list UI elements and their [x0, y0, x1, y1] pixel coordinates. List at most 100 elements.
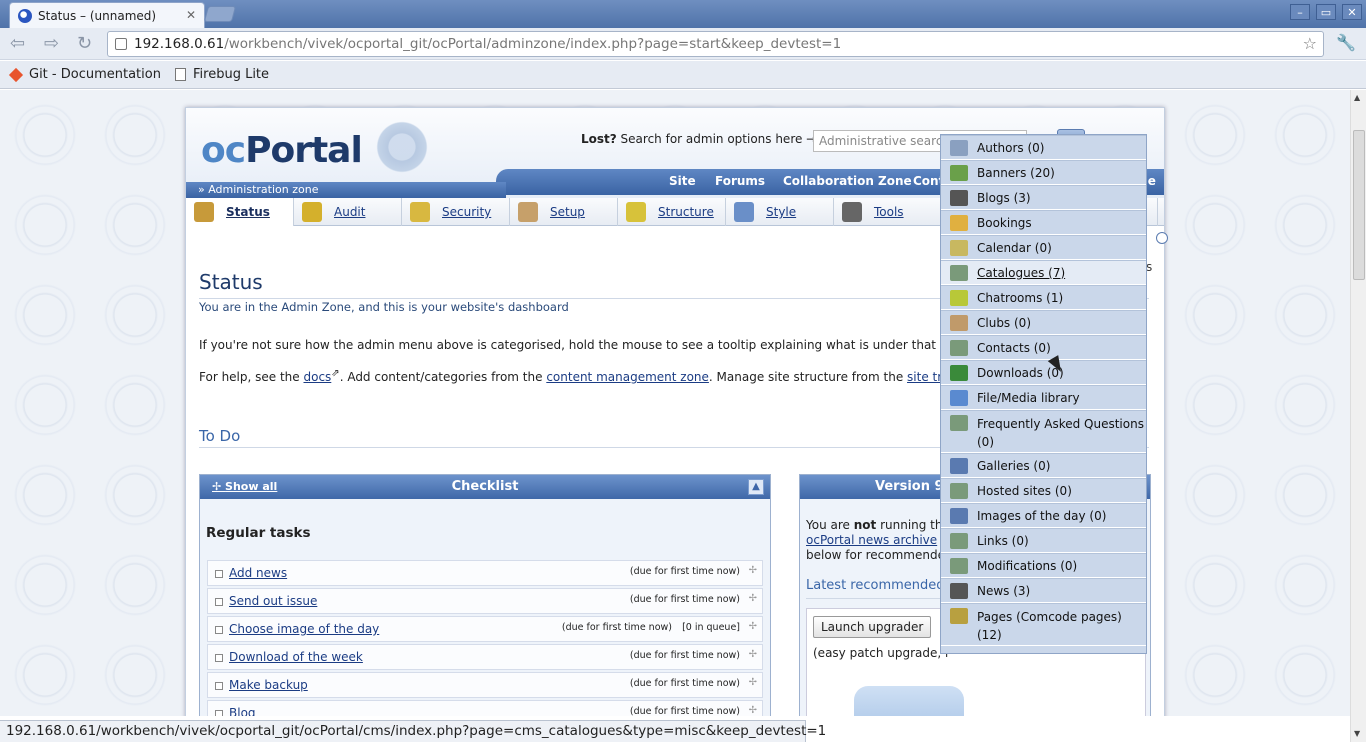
nav-tab-label[interactable]: Style — [766, 205, 796, 219]
nav-tab-setup[interactable]: Setup — [510, 198, 618, 226]
page-scrollbar[interactable]: ▲ ▼ — [1350, 90, 1366, 742]
menu-item-news[interactable]: News (3) — [941, 578, 1146, 603]
home-icon — [194, 202, 214, 222]
version-text-part: running the — [876, 518, 950, 532]
search-placeholder: Administrative search — [819, 134, 951, 148]
nav-tab-tools[interactable]: Tools — [834, 198, 942, 226]
task-link[interactable]: Download of the week — [229, 650, 363, 664]
menu-item-label: News (3) — [977, 583, 1031, 598]
wrench-icon[interactable]: ✢ — [749, 705, 757, 716]
browser-titlebar: Status – (unnamed) ✕ – ▭ ✕ — [0, 0, 1366, 28]
nav-tab-label[interactable]: Tools — [874, 205, 904, 219]
wrench-menu-icon[interactable]: 🔧 — [1336, 33, 1356, 52]
hammer-icon — [842, 202, 862, 222]
browser-tab-active[interactable]: Status – (unnamed) ✕ — [9, 2, 205, 28]
show-all-link[interactable]: ✢ Show all — [212, 480, 277, 493]
nav-tab-label[interactable]: Status — [226, 205, 270, 219]
menu-item-galleries[interactable]: Galleries (0) — [941, 453, 1146, 478]
nav-tab-security[interactable]: Security — [402, 198, 510, 226]
topnav-collaboration-zone[interactable]: Collaboration Zone — [783, 174, 912, 188]
back-arrow-icon[interactable]: ⇦ — [10, 33, 25, 54]
nav-tab-structure[interactable]: Structure — [618, 198, 726, 226]
task-checkbox[interactable] — [215, 626, 223, 634]
launch-upgrader-button[interactable]: Launch upgrader — [813, 616, 932, 638]
menu-item-image-of-day[interactable]: Images of the day (0) — [941, 503, 1146, 528]
menu-item-modifications[interactable]: Modifications (0) — [941, 553, 1146, 578]
latest-recommended-heading: Latest recommended — [806, 578, 945, 593]
menu-item-faq[interactable]: Frequently Asked Questions (0) — [941, 410, 1146, 453]
wrench-icon[interactable]: ✢ — [749, 565, 757, 576]
checklist-task-row: Make backup (due for first time now) ✢ — [207, 672, 763, 698]
minimize-button[interactable]: – — [1290, 4, 1310, 20]
menu-item-label: Banners (20) — [977, 165, 1055, 180]
menu-item-calendar[interactable]: Calendar (0) — [941, 235, 1146, 260]
forward-arrow-icon[interactable]: ⇨ — [44, 33, 59, 54]
menu-item-catalogues[interactable]: Catalogues (7) — [941, 260, 1146, 285]
maximize-button[interactable]: ▭ — [1316, 4, 1336, 20]
wrench-icon[interactable]: ✢ — [749, 677, 757, 688]
menu-item-label: Links (0) — [977, 533, 1029, 548]
nav-tab-label[interactable]: Structure — [658, 205, 714, 219]
nav-tab-audit[interactable]: Audit — [294, 198, 402, 226]
close-window-button[interactable]: ✕ — [1342, 4, 1362, 20]
content-dropdown-menu: Authors (0) Banners (20) Blogs (3) Bookings… — [940, 134, 1147, 654]
scroll-thumb[interactable] — [1353, 130, 1365, 280]
faq-icon — [950, 415, 968, 431]
collapse-up-icon[interactable]: ▲ — [748, 479, 764, 495]
page-info-icon[interactable] — [115, 38, 127, 50]
menu-item-downloads[interactable]: Downloads (0) — [941, 360, 1146, 385]
task-link[interactable]: Choose image of the day — [229, 622, 379, 636]
scroll-down-icon[interactable]: ▼ — [1354, 729, 1360, 738]
task-link[interactable]: Add news — [229, 566, 287, 580]
task-checkbox[interactable] — [215, 682, 223, 690]
scroll-up-icon[interactable]: ▲ — [1354, 93, 1360, 102]
new-tab-button[interactable] — [203, 6, 237, 22]
nav-tab-status[interactable]: Status — [186, 198, 294, 226]
bookmark-star-icon[interactable]: ☆ — [1303, 32, 1317, 56]
bookmark-firebug-lite[interactable]: Firebug Lite — [175, 67, 269, 82]
browser-toolbar: ⇦ ⇨ ↻ 192.168.0.61/workbench/vivek/ocpor… — [0, 28, 1366, 60]
menu-item-links[interactable]: Links (0) — [941, 528, 1146, 553]
task-link[interactable]: Send out issue — [229, 594, 317, 608]
task-checkbox[interactable] — [215, 570, 223, 578]
task-checkbox[interactable] — [215, 654, 223, 662]
bookings-icon — [950, 215, 968, 231]
menu-item-media-library[interactable]: File/Media library — [941, 385, 1146, 410]
menu-item-blogs[interactable]: Blogs (3) — [941, 185, 1146, 210]
task-link[interactable]: Blog — [229, 706, 256, 716]
nav-tab-style[interactable]: Style — [726, 198, 834, 226]
menu-item-bookings[interactable]: Bookings — [941, 210, 1146, 235]
address-bar[interactable]: 192.168.0.61/workbench/vivek/ocportal_gi… — [107, 31, 1324, 57]
menu-item-clubs[interactable]: Clubs (0) — [941, 310, 1146, 335]
nav-tab-label[interactable]: Setup — [550, 205, 585, 219]
collapse-menu-icon[interactable] — [1156, 232, 1168, 244]
menu-item-hosted-sites[interactable]: Hosted sites (0) — [941, 478, 1146, 503]
site-logo[interactable]: ocPortal — [201, 130, 363, 171]
menu-item-pages[interactable]: Pages (Comcode pages) (12) — [941, 603, 1146, 646]
bookmark-git-docs[interactable]: Git - Documentation — [8, 67, 161, 82]
menu-item-label: Authors (0) — [977, 140, 1045, 155]
menu-item-banners[interactable]: Banners (20) — [941, 160, 1146, 185]
reload-icon[interactable]: ↻ — [77, 33, 92, 54]
banners-icon — [950, 165, 968, 181]
task-checkbox[interactable] — [215, 598, 223, 606]
menu-item-contacts[interactable]: Contacts (0) — [941, 335, 1146, 360]
task-link[interactable]: Make backup — [229, 678, 308, 692]
menu-item-authors[interactable]: Authors (0) — [941, 135, 1146, 160]
wrench-icon[interactable]: ✢ — [749, 621, 757, 632]
news-archive-link[interactable]: ocPortal news archive — [806, 533, 937, 547]
wrench-icon[interactable]: ✢ — [749, 649, 757, 660]
nav-tab-label[interactable]: Security — [442, 205, 491, 219]
menu-item-chatrooms[interactable]: Chatrooms (1) — [941, 285, 1146, 310]
cms-zone-link[interactable]: content management zone — [546, 370, 709, 384]
url-host: 192.168.0.61 — [134, 36, 225, 52]
docs-link[interactable]: docs — [303, 370, 331, 384]
tab-close-icon[interactable]: ✕ — [186, 8, 196, 22]
task-checkbox[interactable] — [215, 710, 223, 716]
nav-tab-label[interactable]: Audit — [334, 205, 365, 219]
menu-item-label: Pages (Comcode pages) (12) — [977, 610, 1122, 642]
version-text: You are not running the ocPortal news ar… — [806, 518, 953, 563]
wrench-icon[interactable]: ✢ — [749, 593, 757, 604]
topnav-site[interactable]: Site — [669, 174, 696, 188]
topnav-forums[interactable]: Forums — [715, 174, 765, 188]
